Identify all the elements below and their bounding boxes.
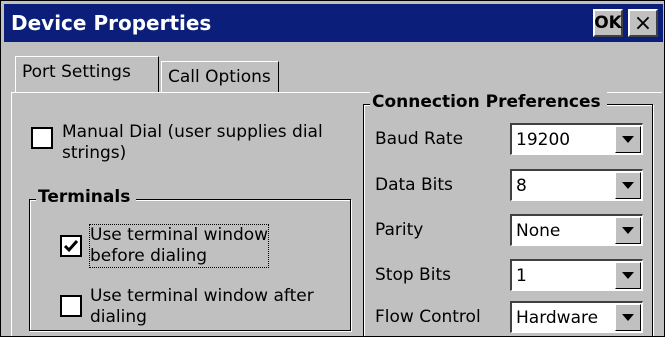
checkmark-icon — [63, 240, 79, 253]
parity-dropdown-button[interactable] — [615, 217, 641, 244]
close-button[interactable]: × — [628, 9, 658, 37]
tab-port-settings-label: Port Settings — [22, 62, 131, 82]
chevron-down-icon — [622, 182, 634, 189]
terminal-before-label: Use terminal window before dialing — [88, 224, 270, 268]
window-title: Device Properties — [11, 11, 212, 35]
manual-dial-label-line1: Manual Dial (user supplies dial — [62, 122, 323, 142]
flow-control-value: Hardware — [516, 308, 599, 328]
flow-control-label: Flow Control — [375, 307, 481, 327]
chevron-down-icon — [622, 272, 634, 279]
terminal-before-label-line1: Use terminal window — [90, 225, 269, 245]
baud-rate-dropdown-button[interactable] — [615, 126, 641, 153]
terminal-before-checkbox[interactable] — [60, 235, 82, 257]
baud-rate-select[interactable]: 19200 — [510, 123, 643, 155]
data-bits-label: Data Bits — [375, 175, 453, 195]
parity-value: None — [516, 221, 561, 241]
terminal-after-label: Use terminal window after dialing — [90, 286, 314, 328]
parity-label: Parity — [375, 220, 424, 240]
title-bar: Device Properties OK × — [4, 4, 663, 42]
tab-port-settings[interactable]: Port Settings — [15, 56, 159, 92]
terminal-after-label-line2: dialing — [90, 307, 147, 327]
stop-bits-value: 1 — [516, 266, 527, 286]
ok-button[interactable]: OK — [593, 9, 623, 37]
manual-dial-label: Manual Dial (user supplies dial strings) — [62, 122, 323, 164]
tab-call-options[interactable]: Call Options — [161, 61, 279, 93]
baud-rate-label: Baud Rate — [375, 129, 464, 149]
manual-dial-label-line2: strings) — [62, 143, 127, 163]
chevron-down-icon — [622, 136, 634, 143]
terminal-after-checkbox[interactable] — [60, 295, 82, 317]
terminal-after-label-line1: Use terminal window after — [90, 286, 314, 306]
stop-bits-label: Stop Bits — [375, 265, 451, 285]
close-icon: × — [633, 10, 653, 36]
stop-bits-dropdown-button[interactable] — [615, 262, 641, 289]
data-bits-value: 8 — [516, 176, 527, 196]
terminals-group-title: Terminals — [36, 187, 137, 207]
chevron-down-icon — [622, 314, 634, 321]
device-properties-window: Device Properties OK × Port Settings Cal… — [0, 0, 665, 337]
data-bits-select[interactable]: 8 — [510, 169, 643, 201]
terminal-before-label-line2: before dialing — [90, 246, 208, 266]
connection-preferences-title: Connection Preferences — [370, 92, 607, 112]
manual-dial-checkbox[interactable] — [31, 127, 53, 149]
flow-control-select[interactable]: Hardware — [510, 301, 643, 333]
stop-bits-select[interactable]: 1 — [510, 259, 643, 291]
chevron-down-icon — [622, 227, 634, 234]
data-bits-dropdown-button[interactable] — [615, 172, 641, 199]
baud-rate-value: 19200 — [516, 130, 571, 150]
tab-call-options-label: Call Options — [168, 67, 271, 87]
flow-control-dropdown-button[interactable] — [615, 304, 641, 331]
parity-select[interactable]: None — [510, 214, 643, 246]
